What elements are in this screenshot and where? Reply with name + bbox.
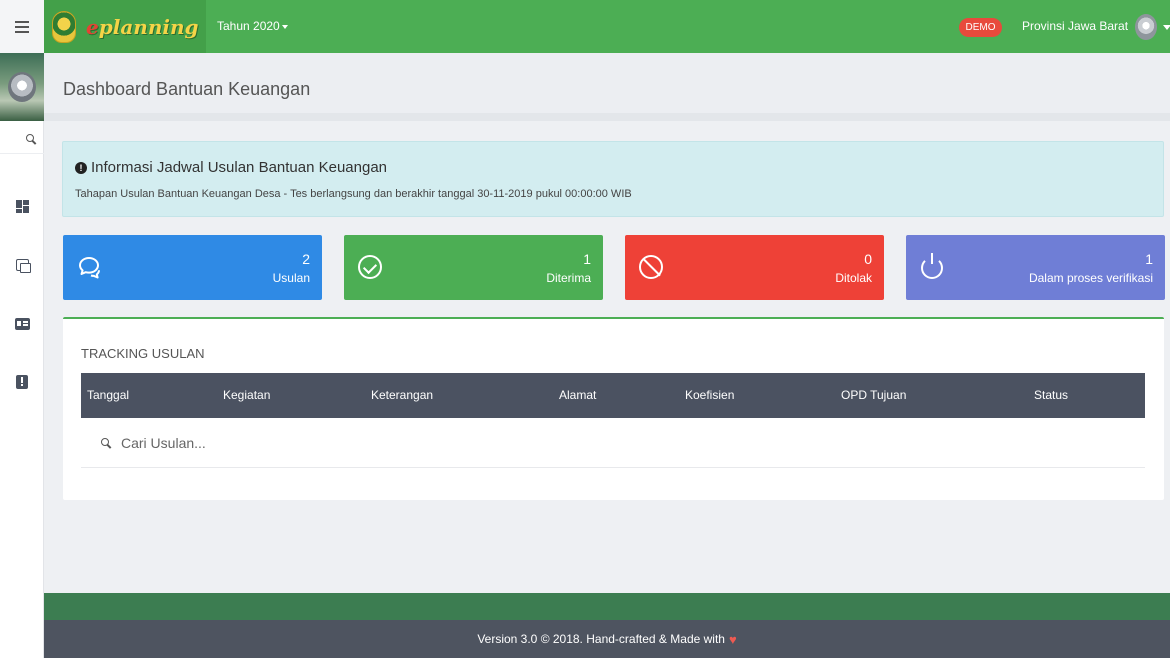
exclamation-circle-icon: !	[75, 161, 87, 174]
column-header-koefisien[interactable]: Koefisien	[685, 388, 734, 402]
sidebar-item-profile[interactable]	[14, 316, 30, 332]
stat-card-verifikasi[interactable]: 1 Dalam proses verifikasi	[906, 235, 1165, 300]
tracking-table-header: Tanggal Kegiatan Keterangan Alamat Koefi…	[81, 373, 1145, 418]
menu-toggle-button[interactable]	[0, 0, 44, 53]
brand-logo[interactable]: eplanning	[44, 0, 206, 53]
hamburger-icon	[15, 20, 29, 33]
dashboard-icon	[15, 199, 29, 213]
column-header-status[interactable]: Status	[1034, 388, 1068, 402]
stat-label: Dalam proses verifikasi	[1028, 271, 1153, 285]
ban-icon	[639, 255, 663, 279]
stat-value: 1	[583, 251, 591, 267]
power-icon	[921, 253, 943, 279]
column-header-keterangan[interactable]: Keterangan	[371, 388, 433, 402]
tracking-title: TRACKING USULAN	[81, 346, 205, 361]
stat-value: 1	[1145, 251, 1153, 267]
check-circle-icon	[358, 255, 382, 279]
west-java-emblem-icon	[52, 10, 76, 43]
stat-label: Ditolak	[835, 271, 872, 285]
user-avatar-icon[interactable]	[1135, 14, 1157, 40]
alert-icon	[16, 375, 28, 389]
stat-label: Diterima	[546, 271, 591, 285]
page-title: Dashboard Bantuan Keuangan	[63, 79, 311, 99]
stat-card-usulan[interactable]: 2 Usulan	[63, 235, 322, 300]
chat-icon	[15, 259, 31, 273]
column-header-tanggal[interactable]: Tanggal	[87, 388, 129, 402]
stat-card-diterima[interactable]: 1 Diterima	[344, 235, 603, 300]
search-icon	[101, 437, 111, 448]
stat-value: 0	[864, 251, 872, 267]
footer: Version 3.0 © 2018. Hand-crafted & Made …	[44, 620, 1170, 658]
sidebar-item-messages[interactable]	[14, 257, 31, 273]
demo-badge: DEMO	[959, 18, 1002, 37]
province-label[interactable]: Provinsi Jawa Barat	[1022, 19, 1128, 33]
info-alert-text: Tahapan Usulan Bantuan Keuangan Desa - T…	[75, 188, 632, 200]
column-header-opd-tujuan[interactable]: OPD Tujuan	[841, 388, 906, 402]
caret-down-icon	[281, 24, 288, 29]
brand-name: eplanning	[86, 14, 199, 39]
footer-band	[44, 593, 1170, 620]
tracking-search-input[interactable]	[121, 434, 521, 451]
info-alert: ! Informasi Jadwal Usulan Bantuan Keuang…	[62, 141, 1164, 217]
sidebar-item-dashboard[interactable]	[14, 198, 30, 214]
top-navbar: eplanning Tahun 2020 DEMO Provinsi Jawa …	[0, 0, 1170, 53]
info-alert-title: ! Informasi Jadwal Usulan Bantuan Keuang…	[75, 159, 387, 176]
column-header-kegiatan[interactable]: Kegiatan	[223, 388, 270, 402]
info-alert-title-text: Informasi Jadwal Usulan Bantuan Keuangan	[91, 159, 388, 176]
tracking-panel: TRACKING USULAN Tanggal Kegiatan Keteran…	[63, 317, 1164, 500]
year-dropdown-label: Tahun 2020	[217, 19, 280, 33]
stat-card-ditolak[interactable]: 0 Ditolak	[625, 235, 884, 300]
regional-seal-icon	[8, 72, 36, 102]
sidebar-item-report[interactable]	[14, 374, 30, 390]
stat-value: 2	[302, 251, 310, 267]
user-caret-down-icon[interactable]	[1163, 25, 1170, 30]
sidebar-avatar	[0, 53, 44, 121]
sidebar	[0, 53, 44, 658]
tracking-search-row	[81, 418, 1145, 468]
year-dropdown[interactable]: Tahun 2020	[217, 19, 288, 33]
search-icon	[26, 133, 36, 144]
column-header-alamat[interactable]: Alamat	[559, 388, 596, 402]
id-card-icon	[14, 318, 30, 330]
heart-icon: ♥	[728, 631, 737, 647]
page-header: Dashboard Bantuan Keuangan	[44, 53, 1170, 121]
sidebar-search-button[interactable]	[0, 124, 44, 154]
chat-icon	[79, 257, 100, 279]
footer-text: Version 3.0 © 2018. Hand-crafted & Made …	[477, 632, 725, 646]
stat-label: Usulan	[272, 271, 310, 285]
